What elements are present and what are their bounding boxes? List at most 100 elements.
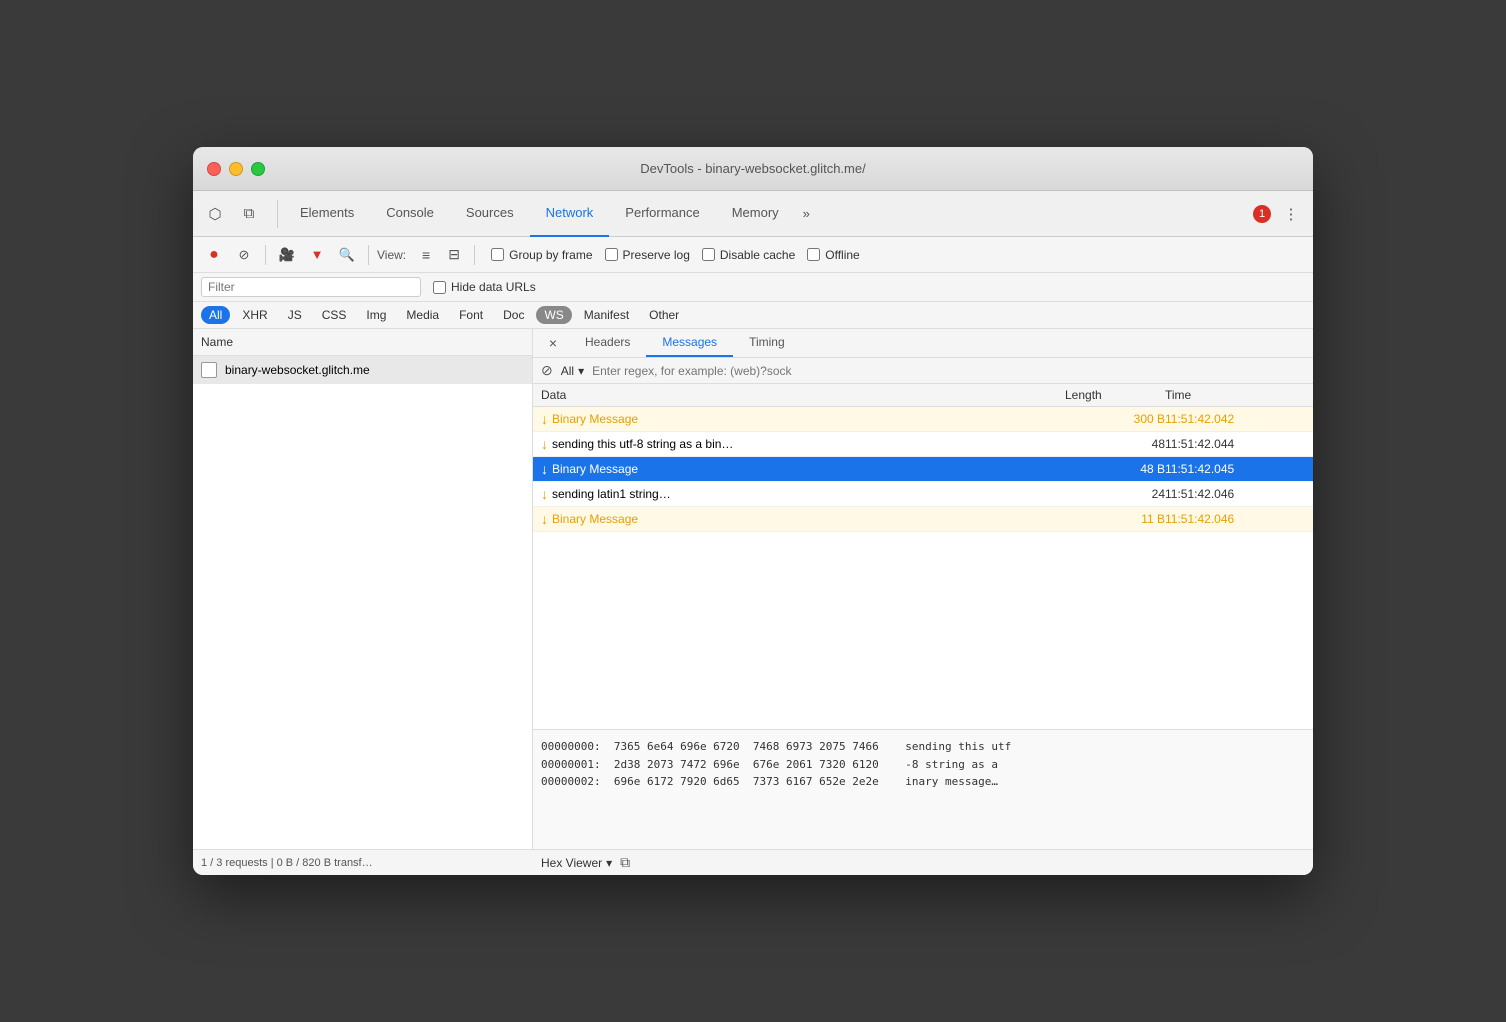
tree-view-button[interactable]: ⊟ xyxy=(442,243,466,267)
type-filter-other[interactable]: Other xyxy=(641,306,687,324)
message-length: 300 B xyxy=(1065,412,1165,426)
tab-memory[interactable]: Memory xyxy=(716,191,795,237)
right-tabs: × Headers Messages Timing xyxy=(533,329,1313,358)
message-time: 11:51:42.046 xyxy=(1165,512,1305,526)
error-count-badge: 1 xyxy=(1253,205,1271,223)
toolbar-divider-2 xyxy=(368,245,369,265)
message-row[interactable]: ↓ sending latin1 string… 24 11:51:42.046 xyxy=(533,482,1313,507)
toolbar-divider-1 xyxy=(265,245,266,265)
type-filter-manifest[interactable]: Manifest xyxy=(576,306,637,324)
type-filter-css[interactable]: CSS xyxy=(314,306,355,324)
tab-elements[interactable]: Elements xyxy=(284,191,370,237)
hide-urls-checkbox[interactable]: Hide data URLs xyxy=(433,280,536,294)
message-time: 11:51:42.045 xyxy=(1165,462,1305,476)
tab-icons: ⬡ ⧉ xyxy=(201,200,263,228)
tab-messages[interactable]: Messages xyxy=(646,329,733,357)
message-data: ↓ sending this utf-8 string as a bin… xyxy=(541,436,1065,452)
devices-icon[interactable]: ⧉ xyxy=(235,200,263,228)
message-row[interactable]: ↓ Binary Message 300 B 11:51:42.042 xyxy=(533,407,1313,432)
message-text: Binary Message xyxy=(552,412,638,426)
status-bar: 1 / 3 requests | 0 B / 820 B transf… Hex… xyxy=(193,849,1313,875)
type-filter-all[interactable]: All xyxy=(201,306,230,324)
group-by-frame-checkbox[interactable]: Group by frame xyxy=(491,248,592,262)
close-button[interactable] xyxy=(207,162,221,176)
copy-button[interactable]: ⧉ xyxy=(620,854,630,871)
hex-viewer-button[interactable]: Hex Viewer ▾ xyxy=(541,856,612,870)
tab-headers[interactable]: Headers xyxy=(569,329,646,357)
message-row[interactable]: ↓ sending this utf-8 string as a bin… 48… xyxy=(533,432,1313,457)
message-row[interactable]: ↓ Binary Message 11 B 11:51:42.046 xyxy=(533,507,1313,532)
type-filter-img[interactable]: Img xyxy=(358,306,394,324)
message-time: 11:51:42.044 xyxy=(1165,437,1305,451)
message-time: 11:51:42.046 xyxy=(1165,487,1305,501)
message-filter-select[interactable]: All ▾ xyxy=(561,364,584,378)
toolbar-divider-3 xyxy=(474,245,475,265)
list-view-button[interactable]: ≡ xyxy=(414,243,438,267)
type-filter-font[interactable]: Font xyxy=(451,306,491,324)
message-length: 48 B xyxy=(1065,462,1165,476)
record-button[interactable]: ● xyxy=(201,242,227,268)
tab-sources[interactable]: Sources xyxy=(450,191,530,237)
name-column-header: Name xyxy=(193,329,532,356)
minimize-button[interactable] xyxy=(229,162,243,176)
type-filter-media[interactable]: Media xyxy=(398,306,447,324)
time-col-header: Time xyxy=(1165,388,1305,402)
tab-performance[interactable]: Performance xyxy=(609,191,715,237)
offline-checkbox[interactable]: Offline xyxy=(807,248,859,262)
block-icon: ⊘ xyxy=(541,362,553,379)
divider xyxy=(277,200,278,228)
cursor-icon[interactable]: ⬡ xyxy=(201,200,229,228)
hex-line: 00000002: 696e 6172 7920 6d65 7373 6167 … xyxy=(541,773,1305,791)
message-data: ↓ Binary Message xyxy=(541,411,1065,427)
title-bar: DevTools - binary-websocket.glitch.me/ xyxy=(193,147,1313,191)
type-filter-ws[interactable]: WS xyxy=(536,306,571,324)
preserve-log-checkbox[interactable]: Preserve log xyxy=(605,248,690,262)
disable-cache-checkbox[interactable]: Disable cache xyxy=(702,248,795,262)
request-icon xyxy=(201,362,217,378)
filter-bar: Hide data URLs xyxy=(193,273,1313,302)
arrow-down-icon: ↓ xyxy=(541,486,548,502)
arrow-down-icon: ↓ xyxy=(541,411,548,427)
filter-input[interactable] xyxy=(208,280,414,294)
message-data: ↓ Binary Message xyxy=(541,461,1065,477)
message-row[interactable]: ↓ Binary Message 48 B 11:51:42.045 xyxy=(533,457,1313,482)
filter-button[interactable]: ▼ xyxy=(304,242,330,268)
type-filter-js[interactable]: JS xyxy=(280,306,310,324)
menu-icon[interactable]: ⋮ xyxy=(1277,200,1305,228)
arrow-down-icon: ↓ xyxy=(541,461,548,477)
message-data: ↓ Binary Message xyxy=(541,511,1065,527)
filter-input-wrap xyxy=(201,277,421,297)
tab-timing[interactable]: Timing xyxy=(733,329,801,357)
tab-console[interactable]: Console xyxy=(370,191,450,237)
tabs-bar: ⬡ ⧉ Elements Console Sources Network Per… xyxy=(193,191,1313,237)
type-filter-xhr[interactable]: XHR xyxy=(234,306,275,324)
type-filters: All XHR JS CSS Img Media Font Doc WS Man… xyxy=(193,302,1313,329)
camera-button[interactable]: 🎥 xyxy=(274,242,300,268)
message-data: ↓ sending latin1 string… xyxy=(541,486,1065,502)
arrow-down-icon: ↓ xyxy=(541,511,548,527)
messages-list: ↓ Binary Message 300 B 11:51:42.042 ↓ se… xyxy=(533,407,1313,729)
hex-line: 00000001: 2d38 2073 7472 696e 676e 2061 … xyxy=(541,756,1305,774)
message-length: 48 xyxy=(1065,437,1165,451)
message-text: Binary Message xyxy=(552,512,638,526)
messages-toolbar: ⊘ All ▾ xyxy=(533,358,1313,384)
request-name: binary-websocket.glitch.me xyxy=(225,363,370,377)
messages-header: Data Length Time xyxy=(533,384,1313,407)
more-tabs-button[interactable]: » xyxy=(795,206,818,221)
left-panel: Name binary-websocket.glitch.me xyxy=(193,329,533,849)
error-indicator: 1 ⋮ xyxy=(1253,200,1305,228)
network-toolbar: ● ⊘ 🎥 ▼ 🔍 View: ≡ ⊟ Group by frame Prese… xyxy=(193,237,1313,273)
message-length: 11 B xyxy=(1065,512,1165,526)
type-filter-doc[interactable]: Doc xyxy=(495,306,532,324)
maximize-button[interactable] xyxy=(251,162,265,176)
traffic-lights xyxy=(207,162,265,176)
view-label: View: xyxy=(377,248,406,262)
hex-viewer: 00000000: 7365 6e64 696e 6720 7468 6973 … xyxy=(533,729,1313,849)
stop-button[interactable]: ⊘ xyxy=(231,242,257,268)
request-row[interactable]: binary-websocket.glitch.me xyxy=(193,356,532,384)
status-requests: 1 / 3 requests | 0 B / 820 B transf… xyxy=(201,857,541,869)
message-filter-input[interactable] xyxy=(592,364,1305,378)
search-button[interactable]: 🔍 xyxy=(334,242,360,268)
close-detail-button[interactable]: × xyxy=(541,331,565,355)
tab-network[interactable]: Network xyxy=(530,191,610,237)
